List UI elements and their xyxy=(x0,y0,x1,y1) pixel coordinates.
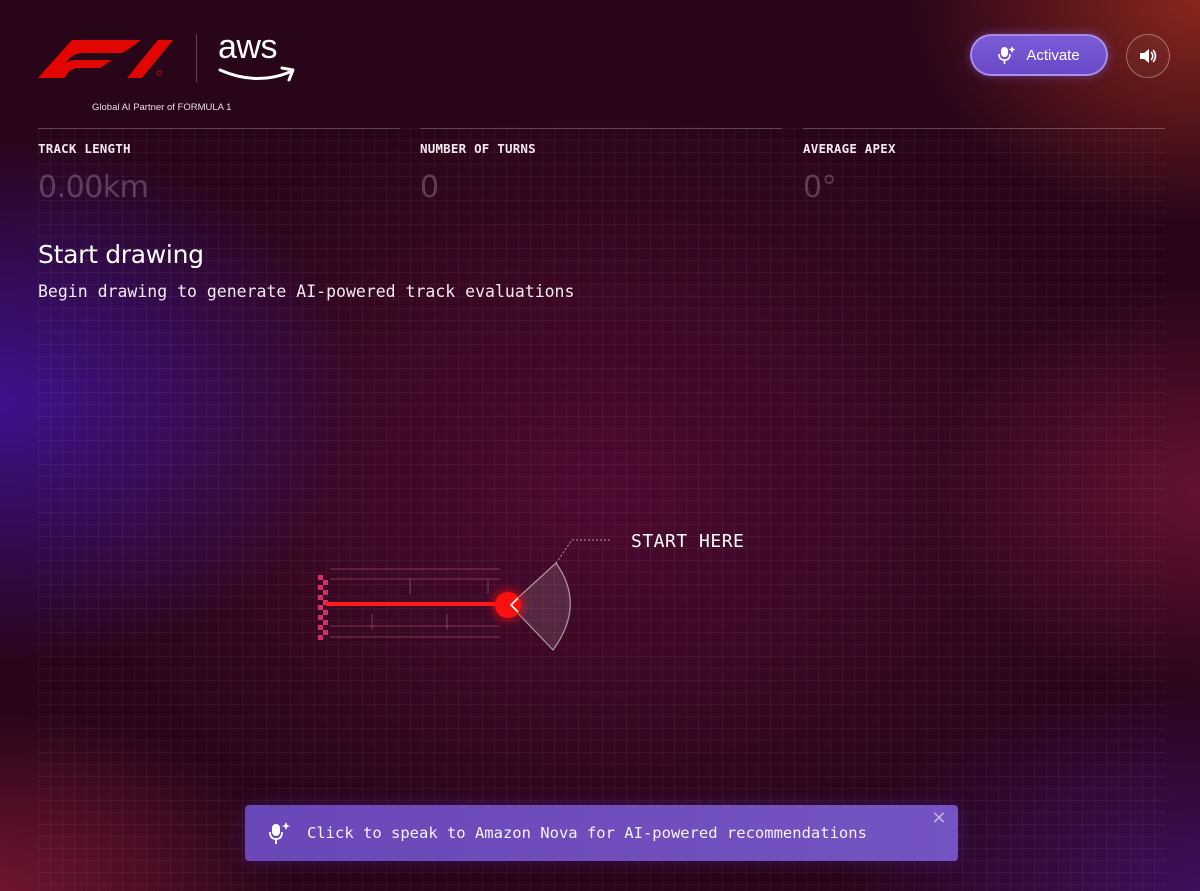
partner-tagline: Global AI Partner of FORMULA 1 xyxy=(92,102,232,113)
close-icon[interactable]: × xyxy=(930,809,948,827)
f1-logo xyxy=(38,40,173,78)
page-title: Start drawing xyxy=(38,240,204,269)
aws-logo-text: aws xyxy=(218,28,277,66)
speaker-icon xyxy=(1140,49,1157,63)
aws-smile-icon xyxy=(218,66,295,82)
page-subtitle: Begin drawing to generate AI-powered tra… xyxy=(38,282,575,301)
drawing-canvas-grid[interactable] xyxy=(38,128,1166,891)
stat-value: 0 xyxy=(420,170,439,205)
activate-label: Activate xyxy=(1026,46,1080,64)
stat-divider xyxy=(38,128,400,129)
start-point[interactable] xyxy=(495,592,521,618)
nova-voice-banner[interactable]: Click to speak to Amazon Nova for AI-pow… xyxy=(245,805,958,861)
stat-value: 0.00km xyxy=(38,170,149,205)
banner-message: Click to speak to Amazon Nova for AI-pow… xyxy=(307,824,867,842)
checkered-flag-icon xyxy=(318,575,328,640)
stat-value: 0° xyxy=(803,170,837,205)
start-track-graphic[interactable] xyxy=(300,520,630,670)
logo-divider xyxy=(196,34,197,82)
stat-average-apex: AVERAGE APEX 0° xyxy=(803,128,1165,205)
stat-track-length: TRACK LENGTH 0.00km xyxy=(38,128,400,205)
activate-button[interactable]: Activate xyxy=(970,34,1108,76)
stat-number-of-turns: NUMBER OF TURNS 0 xyxy=(420,128,782,205)
callout-leader-line xyxy=(555,539,610,564)
start-here-label: START HERE xyxy=(631,531,745,552)
stat-divider xyxy=(420,128,782,129)
sound-toggle-button[interactable] xyxy=(1126,34,1170,78)
stat-label: NUMBER OF TURNS xyxy=(420,141,536,156)
stat-divider xyxy=(803,128,1165,129)
aws-logo: aws xyxy=(218,30,300,84)
mic-sparkle-icon xyxy=(998,46,1016,64)
mic-sparkle-icon xyxy=(269,822,290,844)
stat-label: AVERAGE APEX xyxy=(803,141,896,156)
stat-label: TRACK LENGTH xyxy=(38,141,131,156)
